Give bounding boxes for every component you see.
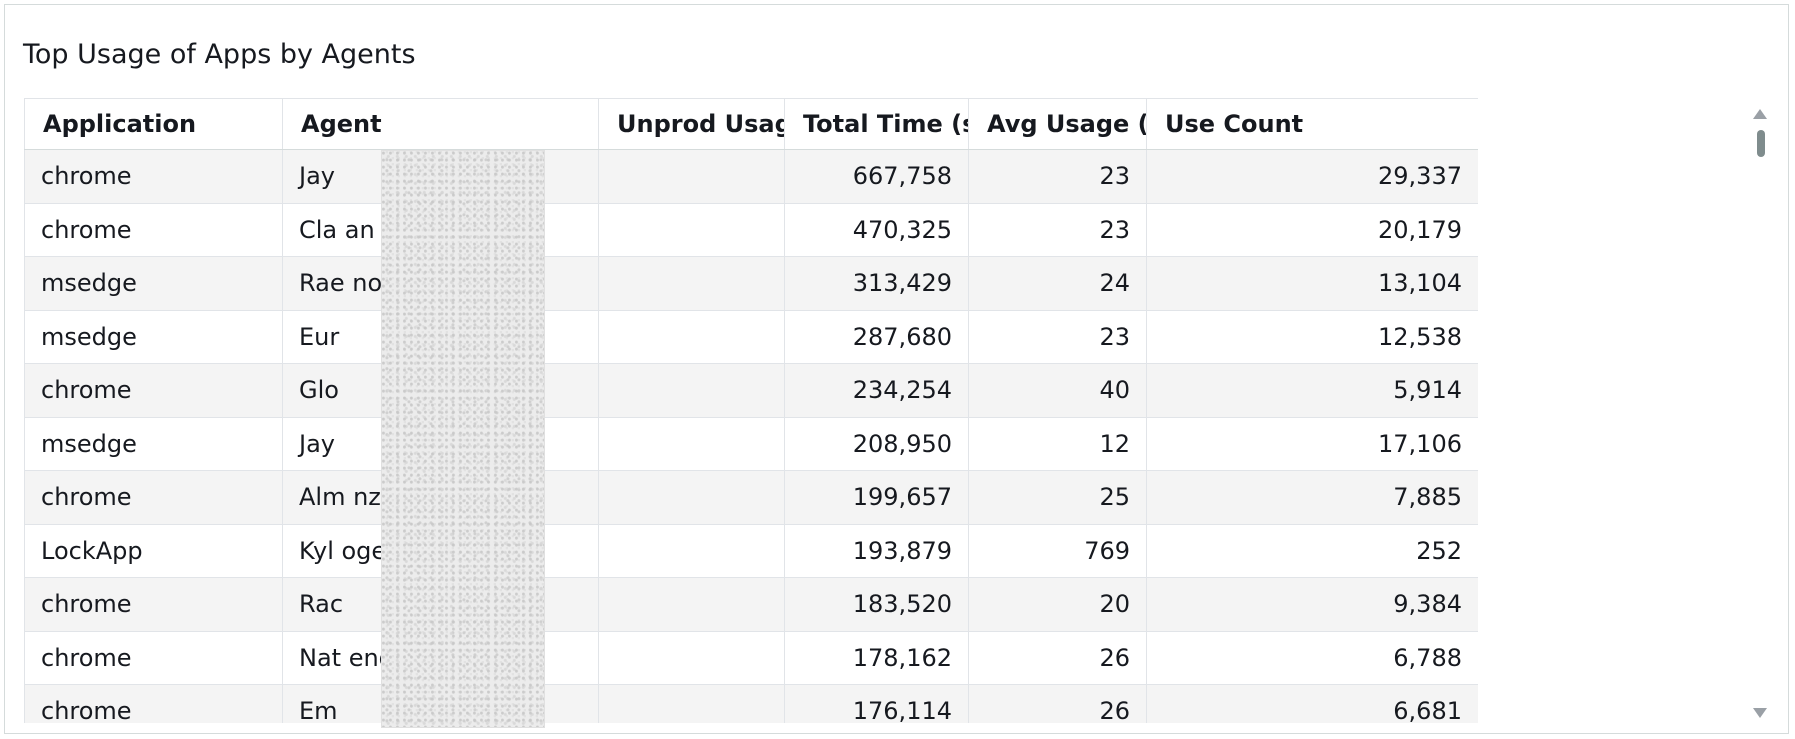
cell-application: chrome [24, 470, 283, 525]
column-header-use-count[interactable]: Use Count [1146, 98, 1478, 150]
cell-avg-usage: 23 [968, 309, 1147, 364]
cell-total-time: 667,758 [784, 149, 969, 204]
column-header-unprod-usage[interactable]: Unprod Usage [598, 98, 785, 150]
table-row[interactable]: msedge Eur 287,680 23 12,538 [24, 309, 1478, 364]
cell-application: chrome [24, 363, 283, 418]
cell-unprod-usage [598, 202, 785, 257]
scroll-up-arrow-icon[interactable] [1753, 109, 1767, 119]
cell-unprod-usage [598, 630, 785, 685]
cell-application: chrome [24, 684, 283, 723]
cell-total-time: 193,879 [784, 523, 969, 578]
cell-unprod-usage [598, 309, 785, 364]
table-row[interactable]: chrome Jay 667,758 23 29,337 [24, 149, 1478, 204]
cell-avg-usage: 23 [968, 149, 1147, 204]
cell-application: chrome [24, 149, 283, 204]
table-row[interactable]: chrome Rac 183,520 20 9,384 [24, 577, 1478, 632]
column-header-agent[interactable]: Agent [282, 98, 599, 150]
cell-unprod-usage [598, 577, 785, 632]
cell-application: msedge [24, 309, 283, 364]
cell-use-count: 17,106 [1146, 416, 1478, 471]
column-header-avg-usage[interactable]: Avg Usage (s) [968, 98, 1147, 150]
cell-avg-usage: 24 [968, 256, 1147, 311]
scrollbar-thumb[interactable] [1757, 130, 1765, 157]
visual-panel: Top Usage of Apps by Agents Application … [4, 4, 1789, 734]
table-row[interactable]: chrome Alm nzales 199,657 25 7,885 [24, 470, 1478, 525]
table-row[interactable]: chrome Cla an 470,325 23 20,179 [24, 202, 1478, 257]
cell-avg-usage: 12 [968, 416, 1147, 471]
column-header-application[interactable]: Application [24, 98, 283, 150]
cell-application: chrome [24, 202, 283, 257]
cell-avg-usage: 26 [968, 684, 1147, 723]
cell-total-time: 208,950 [784, 416, 969, 471]
cell-application: msedge [24, 416, 283, 471]
cell-use-count: 13,104 [1146, 256, 1478, 311]
cell-application: chrome [24, 577, 283, 632]
cell-total-time: 178,162 [784, 630, 969, 685]
table-row[interactable]: chrome Nat enoja 178,162 26 6,788 [24, 630, 1478, 685]
table-row[interactable]: msedge Jay 208,950 12 17,106 [24, 416, 1478, 471]
scroll-down-arrow-icon[interactable] [1753, 708, 1767, 718]
cell-avg-usage: 769 [968, 523, 1147, 578]
cell-application: msedge [24, 256, 283, 311]
cell-avg-usage: 25 [968, 470, 1147, 525]
column-header-total-time[interactable]: Total Time (s) [784, 98, 969, 150]
cell-use-count: 7,885 [1146, 470, 1478, 525]
cell-use-count: 12,538 [1146, 309, 1478, 364]
cell-total-time: 183,520 [784, 577, 969, 632]
cell-total-time: 176,114 [784, 684, 969, 723]
cell-total-time: 313,429 [784, 256, 969, 311]
cell-use-count: 20,179 [1146, 202, 1478, 257]
redaction-overlay [381, 150, 545, 728]
table-row[interactable]: chrome Glo 234,254 40 5,914 [24, 363, 1478, 418]
cell-unprod-usage [598, 416, 785, 471]
cell-avg-usage: 26 [968, 630, 1147, 685]
cell-avg-usage: 23 [968, 202, 1147, 257]
cell-total-time: 234,254 [784, 363, 969, 418]
cell-use-count: 9,384 [1146, 577, 1478, 632]
table-viewport[interactable]: Application Agent Unprod Usage Total Tim… [24, 98, 1478, 723]
table-row[interactable]: chrome Em 176,114 26 6,681 [24, 684, 1478, 723]
cell-use-count: 5,914 [1146, 363, 1478, 418]
cell-unprod-usage [598, 684, 785, 723]
cell-use-count: 252 [1146, 523, 1478, 578]
cell-unprod-usage [598, 470, 785, 525]
cell-application: chrome [24, 630, 283, 685]
cell-use-count: 29,337 [1146, 149, 1478, 204]
cell-avg-usage: 20 [968, 577, 1147, 632]
cell-use-count: 6,681 [1146, 684, 1478, 723]
cell-unprod-usage [598, 256, 785, 311]
cell-unprod-usage [598, 523, 785, 578]
panel-title: Top Usage of Apps by Agents [23, 39, 416, 70]
cell-avg-usage: 40 [968, 363, 1147, 418]
cell-total-time: 470,325 [784, 202, 969, 257]
header-row: Application Agent Unprod Usage Total Tim… [24, 98, 1478, 150]
usage-table: Application Agent Unprod Usage Total Tim… [24, 98, 1478, 723]
table-row[interactable]: msedge Rae no 313,429 24 13,104 [24, 256, 1478, 311]
cell-total-time: 287,680 [784, 309, 969, 364]
cell-unprod-usage [598, 149, 785, 204]
cell-application: LockApp [24, 523, 283, 578]
cell-use-count: 6,788 [1146, 630, 1478, 685]
cell-total-time: 199,657 [784, 470, 969, 525]
table-body: chrome Jay 667,758 23 29,337 chrome Cla an 470,… [24, 149, 1478, 723]
table-row[interactable]: LockApp Kyl ogenes 193,879 769 252 [24, 523, 1478, 578]
cell-unprod-usage [598, 363, 785, 418]
